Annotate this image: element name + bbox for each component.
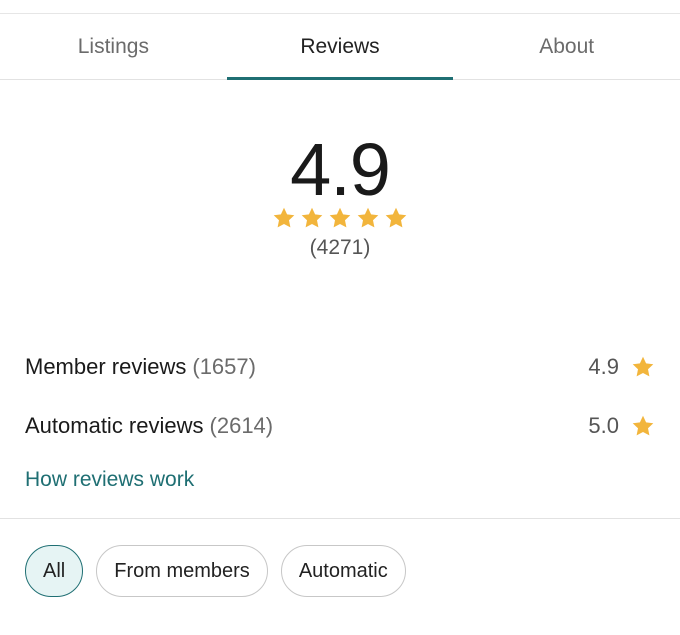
member-reviews-count: (1657) [192,354,256,379]
tab-about[interactable]: About [453,14,680,79]
overall-stars [0,206,680,230]
tab-bar: Listings Reviews About [0,14,680,80]
tab-listings[interactable]: Listings [0,14,227,79]
filter-from-members-chip[interactable]: From members [96,545,268,597]
automatic-reviews-label: Automatic reviews (2614) [25,413,274,438]
member-reviews-score: 4.9 [588,354,655,380]
star-icon [329,207,351,228]
automatic-reviews-row: Automatic reviews (2614) 5.0 [25,404,655,448]
section-divider [0,518,680,519]
star-icon [273,207,295,228]
member-reviews-row: Member reviews (1657) 4.9 [25,345,655,389]
member-reviews-label: Member reviews (1657) [25,354,256,379]
star-icon [385,207,407,228]
automatic-reviews-count: (2614) [209,413,274,438]
review-breakdown: Member reviews (1657) 4.9 Automatic revie… [25,345,655,463]
star-icon [632,356,654,377]
total-review-count: (4271) [309,236,371,259]
how-reviews-work-link[interactable]: How reviews work [25,468,194,492]
filter-automatic-chip[interactable]: Automatic [280,545,406,597]
overall-score: 4.9 [290,128,391,211]
star-icon [632,415,654,436]
automatic-reviews-score: 5.0 [588,413,655,439]
star-icon [301,207,323,228]
review-filter-chips: All From members Automatic [25,545,406,597]
star-icon [357,207,379,228]
tab-reviews[interactable]: Reviews [226,14,454,80]
rating-summary: 4.9 (4271) [0,130,680,260]
filter-all-chip[interactable]: All [25,545,84,597]
